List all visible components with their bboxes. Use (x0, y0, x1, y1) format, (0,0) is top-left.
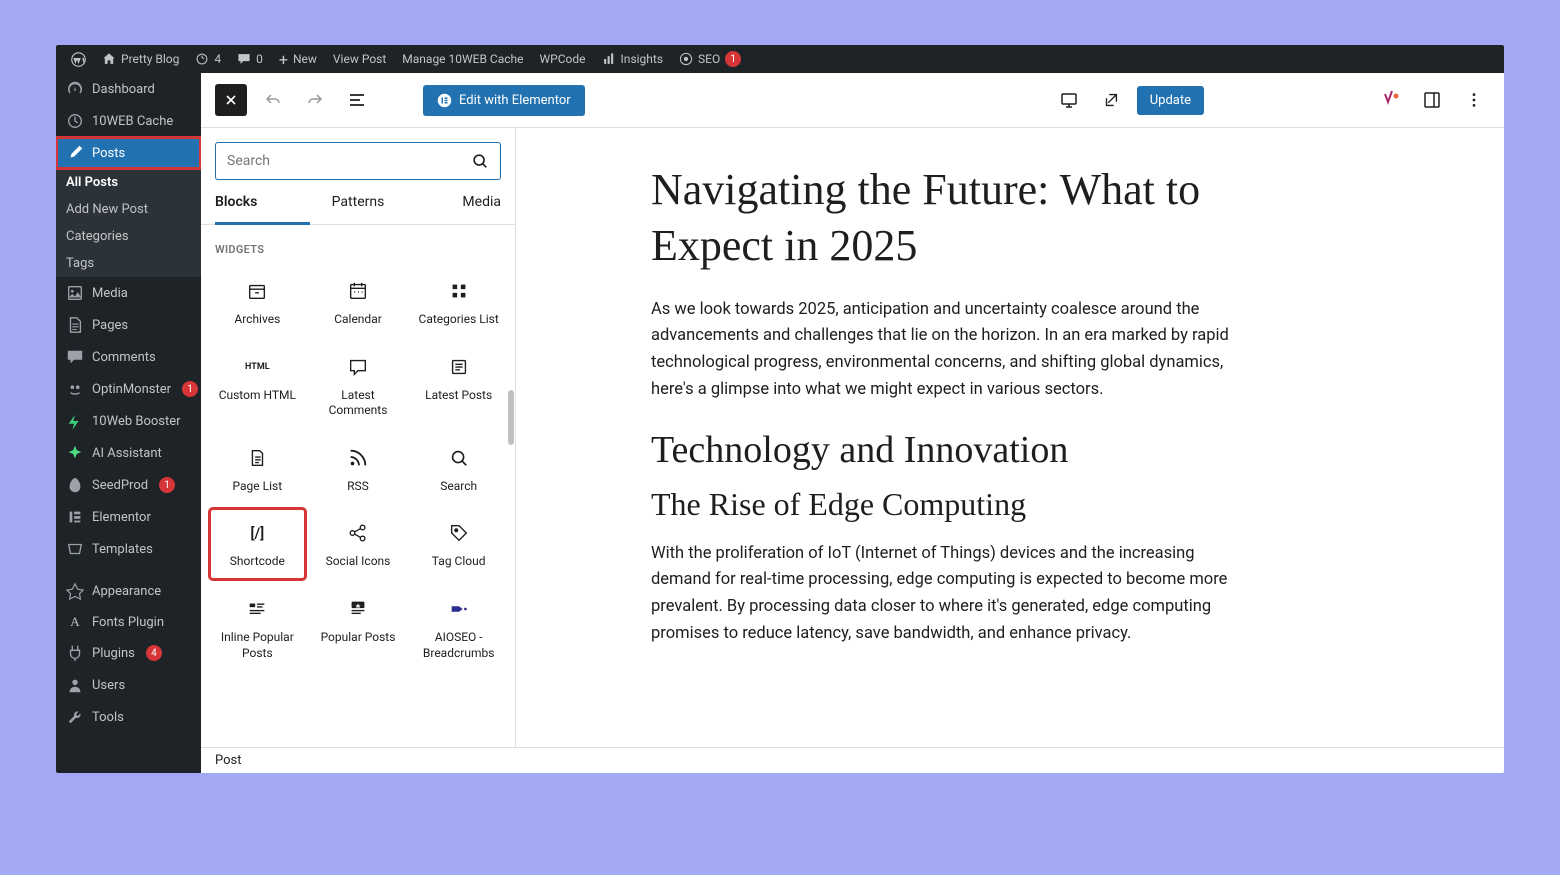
block-inline-popular-posts[interactable]: Inline Popular Posts (209, 584, 306, 671)
yoast-icon[interactable] (1374, 84, 1406, 116)
settings-panel-icon[interactable] (1416, 84, 1448, 116)
sidebar-item-10web-booster[interactable]: 10Web Booster (56, 405, 201, 437)
app-window: Pretty Blog 4 0 +New View Post Manage 10… (56, 45, 1504, 773)
archives-icon (246, 280, 268, 302)
close-button[interactable] (215, 84, 247, 116)
breadcrumbs-icon (448, 598, 470, 620)
sidebar-item-pages[interactable]: Pages (56, 309, 201, 341)
sidebar-item-templates[interactable]: Templates (56, 533, 201, 565)
block-tag-cloud[interactable]: Tag Cloud (410, 508, 507, 580)
sidebar-item-elementor[interactable]: Elementor (56, 501, 201, 533)
sidebar-item-posts[interactable]: Posts (56, 137, 201, 169)
sidebar-item-ai-assistant[interactable]: AI Assistant (56, 437, 201, 469)
undo-button[interactable] (257, 84, 289, 116)
block-page-list[interactable]: Page List (209, 433, 306, 505)
block-latest-comments[interactable]: Latest Comments (310, 342, 407, 429)
block-inserter-panel: Blocks Patterns Media WIDGETS Archives C… (201, 128, 516, 747)
new-menu[interactable]: +New (272, 45, 324, 73)
block-breadcrumb[interactable]: Post (201, 747, 1504, 773)
block-custom-html[interactable]: HTMLCustom HTML (209, 342, 306, 429)
calendar-icon (347, 280, 369, 302)
block-archives[interactable]: Archives (209, 266, 306, 338)
seo-badge: 1 (725, 51, 741, 67)
sidebar-item-dashboard[interactable]: Dashboard (56, 73, 201, 105)
search-block-icon (448, 447, 470, 469)
options-menu-icon[interactable] (1458, 84, 1490, 116)
sidebar-item-users[interactable]: Users (56, 669, 201, 701)
sidebar-item-10web-cache[interactable]: 10WEB Cache (56, 105, 201, 137)
block-search-input[interactable] (215, 142, 501, 180)
posts-submenu: All Posts Add New Post Categories Tags (56, 169, 201, 277)
block-social-icons[interactable]: Social Icons (310, 508, 407, 580)
edit-with-elementor-button[interactable]: Edit with Elementor (423, 85, 585, 116)
post-heading-3[interactable]: The Rise of Edge Computing (651, 486, 1444, 523)
site-name[interactable]: Pretty Blog (95, 45, 186, 73)
redo-button[interactable] (299, 84, 331, 116)
inline-popular-icon (246, 598, 268, 620)
block-rss[interactable]: RSS (310, 433, 407, 505)
update-button[interactable]: Update (1137, 86, 1204, 115)
elementor-icon (437, 93, 452, 108)
view-post-icon[interactable] (1095, 84, 1127, 116)
seedprod-badge: 1 (159, 477, 175, 493)
sidebar-item-media[interactable]: Media (56, 277, 201, 309)
block-search[interactable]: Search (410, 433, 507, 505)
tag-icon (448, 522, 470, 544)
sidebar-item-comments[interactable]: Comments (56, 341, 201, 373)
block-popular-posts[interactable]: Popular Posts (310, 584, 407, 671)
block-latest-posts[interactable]: Latest Posts (410, 342, 507, 429)
adminbar-manage-cache[interactable]: Manage 10WEB Cache (395, 45, 530, 73)
block-categories-list[interactable]: Categories List (410, 266, 507, 338)
sidebar-item-plugins[interactable]: Plugins4 (56, 637, 201, 669)
post-paragraph-1[interactable]: As we look towards 2025, anticipation an… (651, 297, 1251, 404)
tab-blocks[interactable]: Blocks (215, 194, 310, 225)
adminbar-seo[interactable]: SEO1 (672, 45, 748, 73)
adminbar-view-post[interactable]: View Post (326, 45, 393, 73)
plugins-badge: 4 (146, 645, 162, 661)
sidebar-item-seedprod[interactable]: SeedProd1 (56, 469, 201, 501)
post-title[interactable]: Navigating the Future: What to Expect in… (651, 162, 1251, 275)
sidebar-item-fonts-plugin[interactable]: AFonts Plugin (56, 607, 201, 637)
editor-topbar: Edit with Elementor Update (201, 73, 1504, 128)
tab-patterns[interactable]: Patterns (310, 194, 405, 224)
section-widgets-label: WIDGETS (209, 243, 507, 266)
admin-bar: Pretty Blog 4 0 +New View Post Manage 10… (56, 45, 1504, 73)
wp-logo[interactable] (64, 45, 93, 73)
preview-desktop-icon[interactable] (1053, 84, 1085, 116)
sidebar-item-optinmonster[interactable]: OptinMonster1 (56, 373, 201, 405)
block-aioseo-breadcrumbs[interactable]: AIOSEO - Breadcrumbs (410, 584, 507, 671)
comments-count[interactable]: 0 (230, 45, 270, 73)
optinmonster-badge: 1 (182, 381, 198, 397)
post-content[interactable]: Navigating the Future: What to Expect in… (516, 128, 1504, 747)
block-calendar[interactable]: Calendar (310, 266, 407, 338)
sidebar-sub-add-new[interactable]: Add New Post (56, 196, 201, 223)
categories-icon (448, 280, 470, 302)
html-icon: HTML (246, 356, 268, 378)
admin-sidebar: Dashboard 10WEB Cache Posts All Posts Ad… (56, 73, 201, 773)
adminbar-insights[interactable]: Insights (595, 45, 670, 73)
tab-media[interactable]: Media (406, 194, 501, 224)
page-list-icon (246, 447, 268, 469)
post-heading-2[interactable]: Technology and Innovation (651, 428, 1444, 472)
sidebar-item-tools[interactable]: Tools (56, 701, 201, 733)
post-paragraph-2[interactable]: With the proliferation of IoT (Internet … (651, 541, 1251, 648)
scrollbar-thumb[interactable] (508, 390, 514, 445)
adminbar-wpcode[interactable]: WPCode (533, 45, 593, 73)
popular-posts-icon (347, 598, 369, 620)
search-icon (471, 152, 489, 170)
share-icon (347, 522, 369, 544)
inserter-tabs: Blocks Patterns Media (201, 194, 515, 225)
shortcode-icon: [/] (246, 522, 268, 544)
comment-icon (347, 356, 369, 378)
block-shortcode[interactable]: [/]Shortcode (209, 508, 306, 580)
editor: Edit with Elementor Update (201, 73, 1504, 773)
sidebar-sub-all-posts[interactable]: All Posts (56, 169, 201, 196)
sidebar-sub-categories[interactable]: Categories (56, 223, 201, 250)
document-overview-button[interactable] (341, 84, 373, 116)
sidebar-item-appearance[interactable]: Appearance (56, 575, 201, 607)
refresh-count[interactable]: 4 (188, 45, 228, 73)
rss-icon (347, 447, 369, 469)
latest-posts-icon (448, 356, 470, 378)
sidebar-sub-tags[interactable]: Tags (56, 250, 201, 277)
